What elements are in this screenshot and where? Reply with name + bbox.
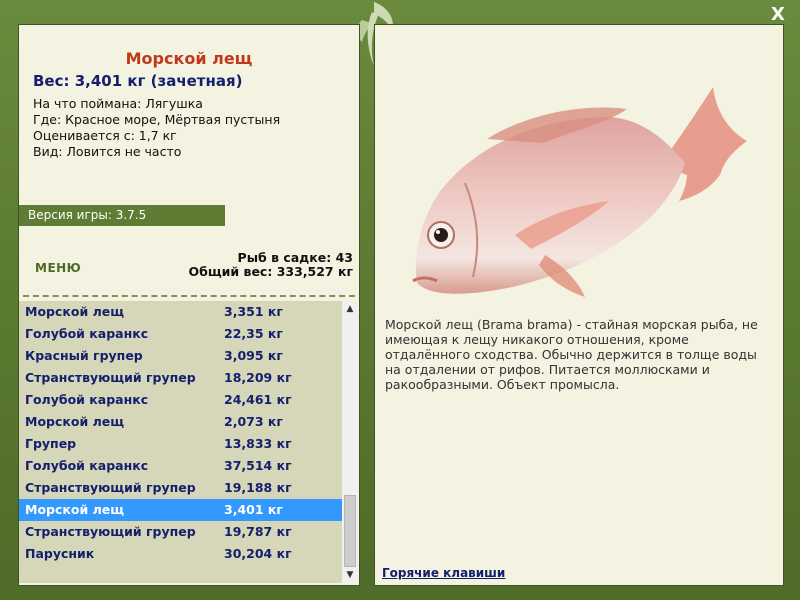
catch-row-name: Голубой каранкс bbox=[25, 326, 149, 341]
fish-description-panel: Морской лещ (Brama brama) - стайная морс… bbox=[374, 24, 784, 586]
catch-row-weight: 13,833 кг bbox=[224, 436, 292, 451]
catch-row-weight: 3,401 кг bbox=[224, 502, 283, 517]
rarity-line: Вид: Ловится не часто bbox=[33, 144, 182, 159]
catch-row-selected[interactable]: Морской лещ 3,401 кг bbox=[19, 499, 342, 521]
fish-count: Рыб в садке: 43 bbox=[237, 250, 353, 265]
fish-name-title: Морской лещ bbox=[125, 49, 253, 68]
catch-row[interactable]: Красный групер 3,095 кг bbox=[19, 345, 342, 367]
dashed-divider bbox=[23, 295, 355, 297]
catch-row-name: Голубой каранкс bbox=[25, 458, 149, 473]
catch-row-weight: 37,514 кг bbox=[224, 458, 292, 473]
fish-description: Морской лещ (Brama brama) - стайная морс… bbox=[385, 317, 758, 392]
catch-row-name: Странствующий групер bbox=[25, 524, 196, 539]
catch-row-name: Морской лещ bbox=[25, 502, 125, 517]
hotkeys-link[interactable]: Горячие клавиши bbox=[382, 566, 505, 580]
location-line: Где: Красное море, Мёртвая пустыня bbox=[33, 112, 281, 127]
total-weight: Общий вес: 333,527 кг bbox=[188, 264, 354, 279]
catch-row[interactable]: Странствующий групер 19,188 кг bbox=[19, 477, 342, 499]
catch-row-name: Морской лещ bbox=[25, 414, 125, 429]
chevron-up-icon[interactable]: ▲ bbox=[342, 301, 358, 317]
catch-row[interactable]: Морской лещ 2,073 кг bbox=[19, 411, 342, 433]
version-bar: Версия игры: 3.7.5 bbox=[19, 205, 225, 226]
catch-row-name: Странствующий групер bbox=[25, 480, 196, 495]
game-window: X Морской лещ Вес: 3,401 кг (зачетная) Н… bbox=[0, 0, 800, 600]
chevron-down-icon[interactable]: ▼ bbox=[342, 567, 358, 583]
catch-row[interactable]: Голубой каранкс 24,461 кг bbox=[19, 389, 342, 411]
fish-image bbox=[412, 87, 747, 297]
catch-row-name: Морской лещ bbox=[25, 304, 125, 319]
catch-row-weight: 3,095 кг bbox=[224, 348, 283, 363]
catch-row[interactable]: Парусник 30,204 кг bbox=[19, 543, 342, 565]
menu-button[interactable]: МЕНЮ bbox=[35, 261, 81, 275]
catch-row-name: Красный групер bbox=[25, 348, 143, 363]
catch-row-weight: 22,35 кг bbox=[224, 326, 283, 341]
catch-row-name: Голубой каранкс bbox=[25, 392, 149, 407]
catch-info-panel: Морской лещ Вес: 3,401 кг (зачетная) На … bbox=[18, 24, 360, 586]
catch-list[interactable]: Морской лещ 3,351 кг Голубой каранкс 22,35 … bbox=[19, 301, 342, 583]
scrollbar-thumb[interactable] bbox=[344, 495, 356, 567]
keepnet-stats: Рыб в садке: 43 Общий вес: 333,527 кг bbox=[189, 251, 354, 279]
catch-row-weight: 24,461 кг bbox=[224, 392, 292, 407]
catch-list-scrollbar[interactable]: ▲ ▼ bbox=[342, 301, 358, 583]
catch-row-weight: 19,787 кг bbox=[224, 524, 292, 539]
fish-details: На что поймана: Лягушка Где: Красное мор… bbox=[33, 96, 280, 160]
catch-row[interactable]: Странствующий групер 19,787 кг bbox=[19, 521, 342, 543]
catch-row-name: Групер bbox=[25, 436, 77, 451]
catch-row-name: Парусник bbox=[25, 546, 95, 561]
catch-row[interactable]: Голубой каранкс 22,35 кг bbox=[19, 323, 342, 345]
fish-weight-line: Вес: 3,401 кг (зачетная) bbox=[33, 72, 243, 90]
catch-row-weight: 30,204 кг bbox=[224, 546, 292, 561]
catch-row-weight: 2,073 кг bbox=[224, 414, 283, 429]
catch-row-weight: 3,351 кг bbox=[224, 304, 283, 319]
catch-row-weight: 18,209 кг bbox=[224, 370, 292, 385]
close-button[interactable]: X bbox=[771, 4, 785, 25]
catch-row[interactable]: Групер 13,833 кг bbox=[19, 433, 342, 455]
catch-row[interactable]: Морской лещ 3,351 кг bbox=[19, 301, 342, 323]
catch-row[interactable]: Голубой каранкс 37,514 кг bbox=[19, 455, 342, 477]
catch-row-name: Странствующий групер bbox=[25, 370, 196, 385]
catch-row-weight: 19,188 кг bbox=[224, 480, 292, 495]
valued-from-line: Оценивается с: 1,7 кг bbox=[33, 128, 177, 143]
bait-line: На что поймана: Лягушка bbox=[33, 96, 203, 111]
catch-row[interactable]: Странствующий групер 18,209 кг bbox=[19, 367, 342, 389]
close-icon: X bbox=[771, 4, 785, 25]
